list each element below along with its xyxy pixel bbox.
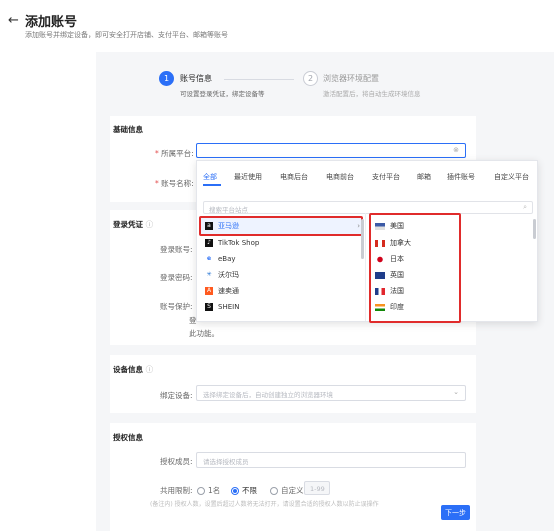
tab-all[interactable]: 全部 [203, 172, 217, 182]
device-info-title: 设备信息 ⓘ [113, 365, 154, 374]
page-title: 添加账号 [25, 15, 78, 30]
next-button[interactable]: 下一步 [441, 505, 470, 520]
account-protection-label: 账号保护: [160, 302, 193, 311]
japan-flag-icon [375, 255, 385, 263]
info-icon: ⓘ [145, 220, 154, 229]
platform-search-input[interactable]: 搜索平台站点 ⌕ [203, 201, 533, 214]
column-divider [365, 213, 366, 321]
bind-device-select[interactable]: 选择绑定设备后，自动创建独立的浏览器环境 ⌄ [196, 385, 466, 401]
step-1-number: 1 [159, 71, 174, 86]
platform-item-amazon[interactable]: a 亚马逊 › [205, 219, 360, 233]
walmart-icon: ✳ [206, 271, 212, 278]
step-2-number: 2 [303, 71, 318, 86]
tab-email[interactable]: 邮箱 [417, 172, 431, 182]
uk-flag-icon [375, 271, 385, 279]
auth-info-title: 授权信息 [113, 433, 143, 442]
country-item-japan[interactable]: 日本 [375, 252, 404, 266]
chevron-right-icon: › [357, 222, 360, 230]
step-1-description: 可设置登录凭证，绑定设备等 [180, 90, 265, 98]
country-item-france[interactable]: 法国 [375, 284, 404, 298]
radio-icon[interactable] [197, 486, 205, 495]
share-option-1[interactable]: 1名 [197, 485, 220, 496]
france-flag-icon [375, 287, 385, 295]
us-flag-icon [375, 222, 385, 230]
platform-item-ebay[interactable]: e eBay [205, 252, 236, 266]
device-info-card [110, 355, 476, 413]
bind-device-label: 绑定设备: [160, 391, 193, 400]
canada-flag-icon [375, 239, 385, 247]
auth-info-card [110, 423, 476, 531]
platform-item-shein[interactable]: S SHEIN [205, 300, 239, 314]
platform-select[interactable]: ⊗ [196, 143, 466, 158]
amazon-icon: a [205, 222, 213, 230]
tab-recent[interactable]: 最近使用 [234, 172, 262, 182]
share-option-unlimited[interactable]: 不限 [231, 485, 257, 496]
step-connector [224, 79, 294, 80]
chevron-down-icon: ⌄ [453, 388, 459, 396]
search-placeholder: 搜索平台站点 [209, 206, 248, 214]
shein-icon: S [205, 303, 213, 311]
aliexpress-icon: A [205, 287, 213, 295]
account-name-label: * 账号名称: [155, 179, 194, 188]
tab-ecom-frontend[interactable]: 电商前台 [326, 172, 354, 182]
protection-note-2: 此功能。 [189, 329, 219, 338]
bind-device-placeholder: 选择绑定设备后，自动创建独立的浏览器环境 [203, 391, 333, 399]
step-1-title: 账号信息 [180, 74, 212, 83]
page-subtitle: 添加账号并绑定设备，即可安全打开店铺、支付平台、邮箱等账号 [25, 31, 228, 39]
active-tab-underline [203, 184, 221, 186]
radio-selected-icon[interactable] [231, 486, 239, 495]
platform-item-walmart[interactable]: ✳ 沃尔玛 [205, 268, 239, 282]
auth-members-placeholder: 请选择授权成员 [203, 458, 249, 466]
radio-icon[interactable] [270, 486, 278, 495]
country-item-india[interactable]: 印度 [375, 300, 404, 314]
country-item-canada[interactable]: 加拿大 [375, 236, 411, 250]
tab-payment[interactable]: 支付平台 [372, 172, 400, 182]
tab-ecom-backend[interactable]: 电商后台 [280, 172, 308, 182]
login-credentials-title: 登录凭证 ⓘ [113, 220, 154, 229]
search-icon: ⌕ [523, 203, 527, 211]
country-scrollbar[interactable] [533, 219, 536, 239]
auth-members-input[interactable]: 请选择授权成员 [196, 452, 466, 468]
country-item-uk[interactable]: 英国 [375, 268, 404, 282]
platform-scrollbar[interactable] [361, 219, 364, 259]
platform-label: * 所属平台: [155, 149, 194, 158]
login-password-label: 登录密码: [160, 273, 193, 282]
info-icon: ⓘ [145, 365, 154, 374]
ebay-icon: e [206, 255, 212, 262]
platform-item-aliexpress[interactable]: A 速卖通 [205, 284, 239, 298]
clear-icon[interactable]: ⊗ [453, 146, 459, 154]
share-option-custom[interactable]: 自定义 [270, 485, 304, 496]
login-account-label: 登录账号: [160, 245, 193, 254]
india-flag-icon [375, 303, 385, 311]
step-2-description: 激活配置后，将自动生成环境信息 [323, 90, 421, 98]
auth-members-label: 授权成员: [160, 457, 193, 466]
share-limit-label: 共用限制: [160, 486, 193, 495]
custom-count-placeholder: 1-99 [310, 485, 325, 493]
basic-info-title: 基础信息 [113, 125, 143, 134]
platform-item-tiktok[interactable]: ♪ TikTok Shop [205, 236, 259, 250]
country-item-us[interactable]: 美国 [375, 219, 404, 233]
custom-count-input[interactable]: 1-99 [304, 481, 330, 495]
tiktok-icon: ♪ [205, 239, 213, 247]
step-2-title: 浏览器环境配置 [323, 74, 379, 83]
auth-note: (备注内) 授权人数，设置后超过人数将无法打开，请设置合适的授权人数以防止误操作 [150, 501, 379, 508]
back-arrow-icon[interactable]: ← [8, 13, 19, 28]
tab-plugin[interactable]: 插件账号 [447, 172, 475, 182]
tab-custom[interactable]: 自定义平台 [494, 172, 529, 182]
platform-dropdown: 全部 最近使用 电商后台 电商前台 支付平台 邮箱 插件账号 自定义平台 搜索平… [196, 160, 538, 323]
